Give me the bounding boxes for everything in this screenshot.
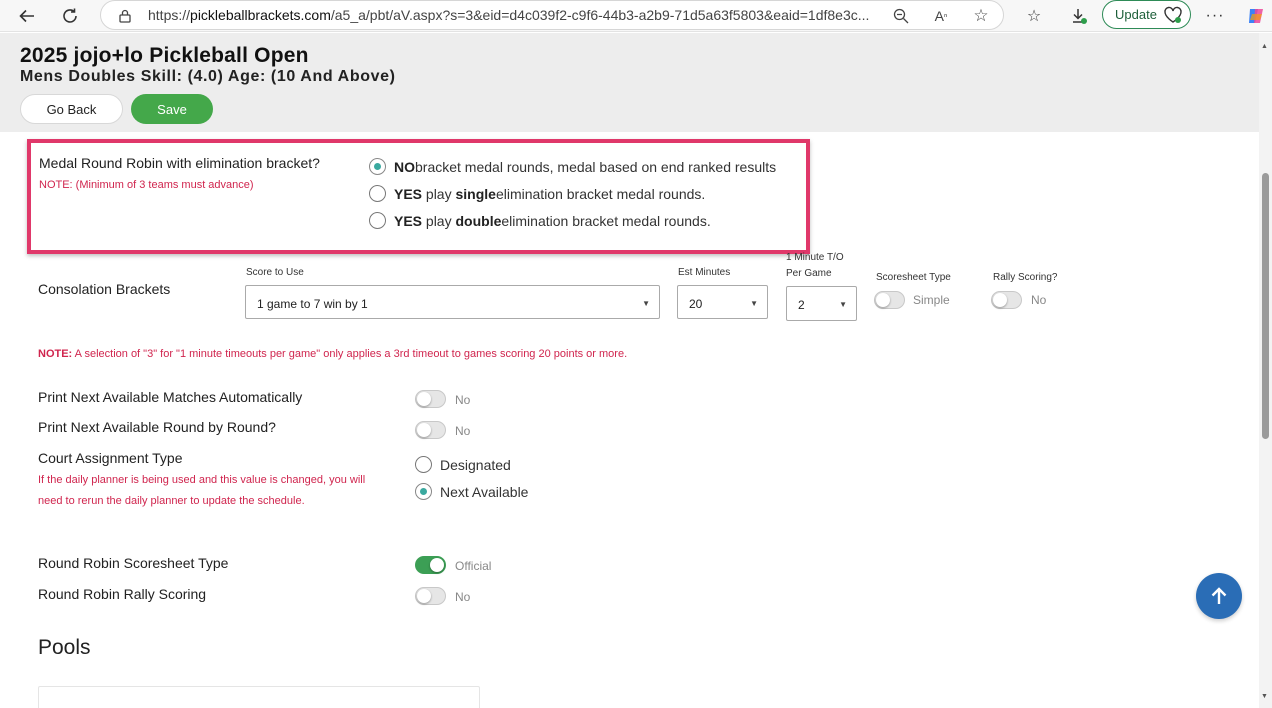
address-bar[interactable]: https://pickleballbrackets.com/a5_a/pbt/… bbox=[100, 0, 1004, 30]
radio-button[interactable] bbox=[369, 158, 386, 175]
court-option-designated[interactable]: Designated bbox=[415, 456, 511, 473]
page-title: 2025 jojo+lo Pickleball Open bbox=[20, 44, 309, 67]
go-back-button[interactable]: Go Back bbox=[20, 94, 123, 124]
scoresheet-type-toggle[interactable] bbox=[874, 291, 905, 309]
rr-rally-toggle[interactable] bbox=[415, 587, 446, 605]
timeout-note: NOTE: A selection of "3" for "1 minute t… bbox=[38, 348, 628, 360]
print-next-round-label: Print Next Available Round by Round? bbox=[38, 419, 276, 435]
medal-option-single[interactable]: YES play single elimination bracket meda… bbox=[369, 185, 705, 202]
page-scrollbar[interactable]: ▲ ▼ bbox=[1259, 33, 1272, 708]
print-next-matches-toggle[interactable] bbox=[415, 390, 446, 408]
est-minutes-label: Est Minutes bbox=[678, 267, 731, 278]
dropdown-caret-icon: ▼ bbox=[839, 300, 847, 309]
rr-scoresheet-toggle[interactable] bbox=[415, 556, 446, 574]
arrow-up-icon bbox=[1211, 587, 1227, 604]
court-assignment-label: Court Assignment Type bbox=[38, 450, 183, 466]
browser-toolbar: https://pickleballbrackets.com/a5_a/pbt/… bbox=[0, 0, 1272, 32]
rally-scoring-toggle[interactable] bbox=[991, 291, 1022, 309]
rr-scoresheet-value: Official bbox=[455, 559, 492, 573]
back-arrow-icon[interactable] bbox=[14, 3, 40, 29]
print-next-round-value: No bbox=[455, 424, 471, 438]
radio-button[interactable] bbox=[415, 456, 432, 473]
scroll-up-arrow-icon[interactable]: ▲ bbox=[1261, 43, 1268, 50]
pools-heading: Pools bbox=[38, 636, 91, 659]
radio-button[interactable] bbox=[369, 212, 386, 229]
scoresheet-type-label: Scoresheet Type bbox=[876, 272, 951, 283]
refresh-icon[interactable] bbox=[57, 3, 83, 29]
timeout-label-line2: Per Game bbox=[786, 268, 832, 279]
update-label: Update bbox=[1115, 7, 1157, 22]
page-content: 2025 jojo+lo Pickleball Open Mens Double… bbox=[0, 33, 1259, 708]
copilot-icon[interactable] bbox=[1243, 3, 1269, 29]
save-button[interactable]: Save bbox=[131, 94, 213, 124]
heart-monitor-icon bbox=[1163, 5, 1183, 30]
favorite-star-icon[interactable]: ☆ bbox=[970, 5, 992, 27]
rr-rally-label: Round Robin Rally Scoring bbox=[38, 586, 207, 602]
radio-button[interactable] bbox=[369, 185, 386, 202]
print-next-matches-value: No bbox=[455, 393, 471, 407]
rr-rally-value: No bbox=[455, 590, 471, 604]
dropdown-caret-icon: ▼ bbox=[642, 299, 650, 308]
page-header: 2025 jojo+lo Pickleball Open Mens Double… bbox=[0, 33, 1259, 132]
update-button[interactable]: Update bbox=[1102, 0, 1191, 29]
medal-round-label: Medal Round Robin with elimination brack… bbox=[39, 155, 320, 171]
pool-card bbox=[38, 686, 480, 708]
scrollbar-thumb[interactable] bbox=[1262, 173, 1269, 439]
court-assignment-warning: If the daily planner is being used and t… bbox=[38, 474, 366, 507]
medal-option-no[interactable]: NO bracket medal rounds, medal based on … bbox=[369, 158, 776, 175]
dropdown-caret-icon: ▼ bbox=[750, 299, 758, 308]
event-subtitle: Mens Doubles Skill: (4.0) Age: (10 And A… bbox=[20, 68, 396, 85]
scoresheet-type-value: Simple bbox=[913, 293, 950, 307]
score-to-use-label: Score to Use bbox=[246, 267, 304, 278]
medal-option-double[interactable]: YES play double elimination bracket meda… bbox=[369, 212, 711, 229]
zoom-out-icon[interactable] bbox=[890, 5, 912, 27]
medal-round-section: Medal Round Robin with elimination brack… bbox=[27, 139, 810, 254]
medal-round-note: NOTE: (Minimum of 3 teams must advance) bbox=[39, 179, 254, 191]
consolation-brackets-label: Consolation Brackets bbox=[38, 281, 171, 297]
timeout-select[interactable]: 2 ▼ bbox=[786, 286, 857, 321]
rally-scoring-value: No bbox=[1031, 293, 1047, 307]
rr-scoresheet-label: Round Robin Scoresheet Type bbox=[38, 555, 229, 571]
lock-icon[interactable] bbox=[114, 5, 136, 27]
radio-button[interactable] bbox=[415, 483, 432, 500]
print-next-matches-label: Print Next Available Matches Automatical… bbox=[38, 389, 303, 405]
score-to-use-select[interactable]: 1 game to 7 win by 1 ▼ bbox=[245, 285, 660, 319]
rally-scoring-label: Rally Scoring? bbox=[993, 272, 1058, 283]
court-option-next-available[interactable]: Next Available bbox=[415, 483, 528, 500]
downloads-icon[interactable] bbox=[1066, 3, 1092, 29]
url-text: https://pickleballbrackets.com/a5_a/pbt/… bbox=[148, 7, 870, 23]
timeout-label-line1: 1 Minute T/O bbox=[786, 252, 844, 263]
favorites-icon[interactable]: ☆ bbox=[1021, 3, 1047, 29]
print-next-round-toggle[interactable] bbox=[415, 421, 446, 439]
scroll-down-arrow-icon[interactable]: ▼ bbox=[1261, 693, 1268, 700]
est-minutes-select[interactable]: 20 ▼ bbox=[677, 285, 768, 319]
read-aloud-icon[interactable]: Aⁿ bbox=[930, 5, 952, 27]
more-menu-icon[interactable]: ··· bbox=[1202, 3, 1228, 29]
scroll-to-top-button[interactable] bbox=[1196, 573, 1242, 619]
